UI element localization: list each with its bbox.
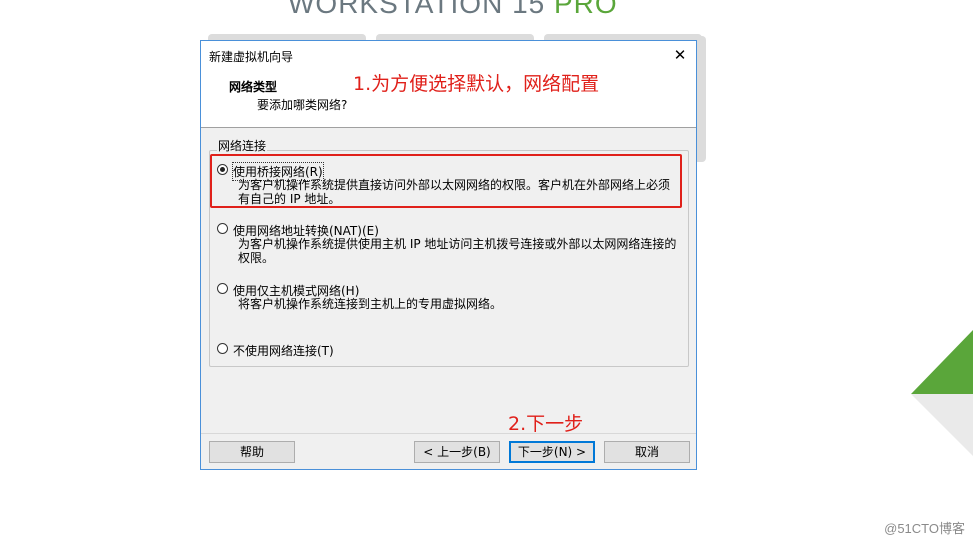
dialog-titlebar: 新建虚拟机向导 ✕ [201, 41, 696, 69]
app-title-pro: PRO [554, 0, 618, 19]
option-nat-description: 为客户机操作系统提供使用主机 IP 地址访问主机拨号连接或外部以太网网络连接的权… [238, 237, 677, 265]
radio-bridged[interactable] [217, 164, 228, 175]
next-button[interactable]: 下一步(N) > [509, 441, 595, 463]
page-subtitle: 要添加哪类网络? [257, 98, 348, 112]
radio-host-only[interactable] [217, 283, 228, 294]
network-connection-label: 网络连接 [217, 137, 268, 154]
app-title-tm: ™ [617, 0, 629, 6]
radio-nat[interactable] [217, 223, 228, 234]
option-no-network-label[interactable]: 不使用网络连接(T) [233, 342, 334, 359]
background-logo-shape [911, 330, 973, 460]
button-divider [201, 433, 696, 434]
app-title-text: WORKSTATION 15 [288, 0, 546, 19]
option-host-only[interactable]: 使用仅主机模式网络(H) 将客户机操作系统连接到主机上的专用虚拟网络。 [217, 282, 687, 312]
app-title: WORKSTATION 15 PRO™ [288, 0, 629, 20]
help-button[interactable]: 帮助 [209, 441, 295, 463]
option-bridged-description: 为客户机操作系统提供直接访问外部以太网网络的权限。客户机在外部网络上必须有自己的… [238, 178, 671, 206]
annotation-step-1: 1.为方便选择默认，网络配置 [353, 73, 600, 95]
watermark: @51CTO博客 [884, 521, 965, 536]
cancel-button[interactable]: 取消 [604, 441, 690, 463]
page-title: 网络类型 [229, 80, 278, 94]
radio-no-network[interactable] [217, 343, 228, 354]
annotation-step-2: 2.下一步 [508, 413, 584, 435]
dialog-title: 新建虚拟机向导 [209, 50, 294, 64]
new-vm-wizard-dialog: 新建虚拟机向导 ✕ 网络类型 要添加哪类网络? 1.为方便选择默认，网络配置 网… [200, 40, 697, 470]
close-icon[interactable]: ✕ [670, 45, 690, 65]
option-nat[interactable]: 使用网络地址转换(NAT)(E) 为客户机操作系统提供使用主机 IP 地址访问主… [217, 222, 687, 266]
option-host-only-description: 将客户机操作系统连接到主机上的专用虚拟网络。 [238, 297, 503, 311]
back-button[interactable]: < 上一步(B) [414, 441, 500, 463]
option-bridged[interactable]: 使用桥接网络(R) 为客户机操作系统提供直接访问外部以太网网络的权限。客户机在外… [217, 162, 687, 207]
option-no-network[interactable]: 不使用网络连接(T) [217, 342, 687, 358]
